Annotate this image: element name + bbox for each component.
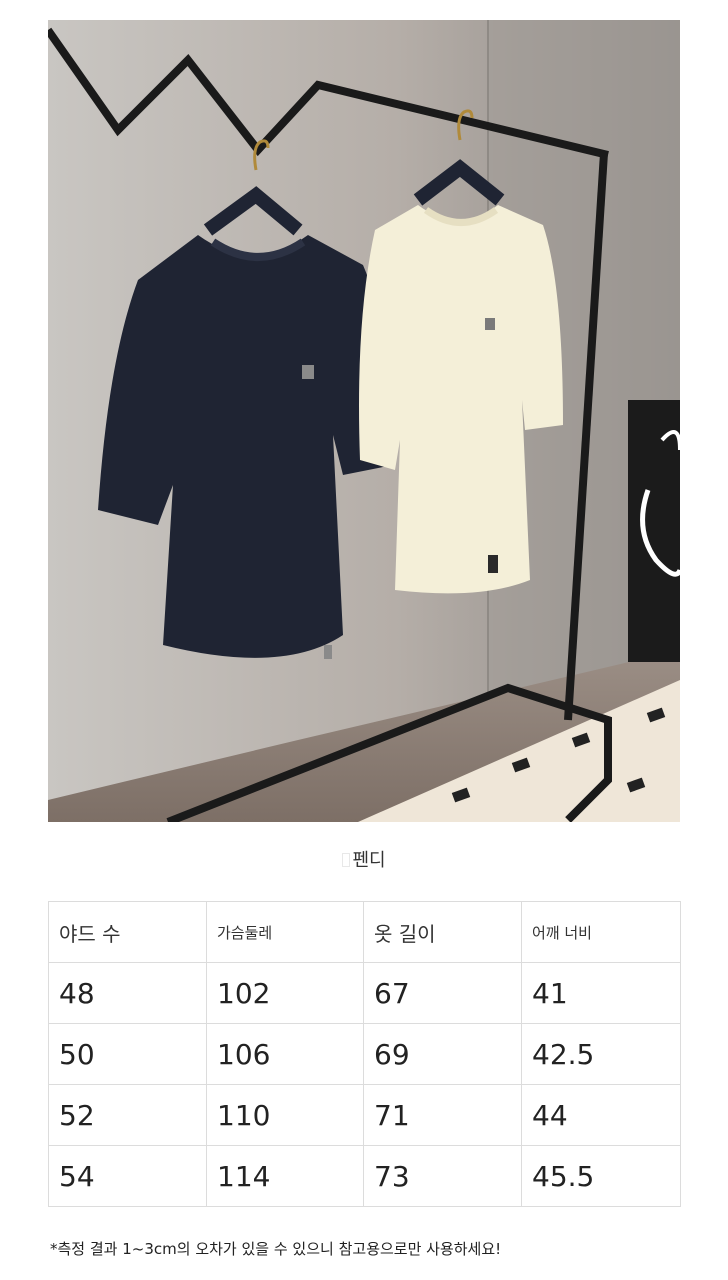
- table-row: 52 110 71 44: [48, 1084, 681, 1146]
- cell-length: 67: [363, 962, 522, 1024]
- product-photo-illustration: [48, 20, 680, 822]
- cell-size: 52: [48, 1084, 207, 1146]
- header-size: 야드 수: [48, 901, 207, 963]
- table-row: 50 106 69 42.5: [48, 1023, 681, 1085]
- cell-length: 73: [363, 1145, 522, 1207]
- cell-length: 69: [363, 1023, 522, 1085]
- cell-chest: 106: [206, 1023, 364, 1085]
- measurement-note: *측정 결과 1~3cm의 오차가 있을 수 있으니 참고용으로만 사용하세요!: [50, 1240, 502, 1258]
- cell-size: 50: [48, 1023, 207, 1085]
- cell-chest: 102: [206, 962, 364, 1024]
- table-row: 54 114 73 45.5: [48, 1145, 681, 1207]
- cell-shoulder: 41: [521, 962, 681, 1024]
- cell-size: 54: [48, 1145, 207, 1207]
- cell-chest: 110: [206, 1084, 364, 1146]
- cell-size: 48: [48, 962, 207, 1024]
- cell-length: 71: [363, 1084, 522, 1146]
- size-table: 야드 수 가슴둘레 옷 길이 어깨 너비 48 102 67 41 50 106…: [48, 901, 681, 1207]
- table-row: 48 102 67 41: [48, 962, 681, 1024]
- header-chest: 가슴둘레: [206, 901, 364, 963]
- cell-shoulder: 44: [521, 1084, 681, 1146]
- product-detail-page: 펜디 야드 수 가슴둘레 옷 길이 어깨 너비 48 102 67 41 50 …: [0, 0, 728, 1280]
- brand-name: 펜디: [352, 850, 386, 871]
- cell-shoulder: 42.5: [521, 1023, 681, 1085]
- product-photo: [48, 20, 680, 822]
- cell-shoulder: 45.5: [521, 1145, 681, 1207]
- brand-mark-icon: [342, 853, 351, 867]
- brand-label: 펜디: [0, 846, 728, 872]
- cell-chest: 114: [206, 1145, 364, 1207]
- header-length: 옷 길이: [363, 901, 522, 963]
- header-shoulder: 어깨 너비: [521, 901, 681, 963]
- table-header-row: 야드 수 가슴둘레 옷 길이 어깨 너비: [48, 901, 681, 963]
